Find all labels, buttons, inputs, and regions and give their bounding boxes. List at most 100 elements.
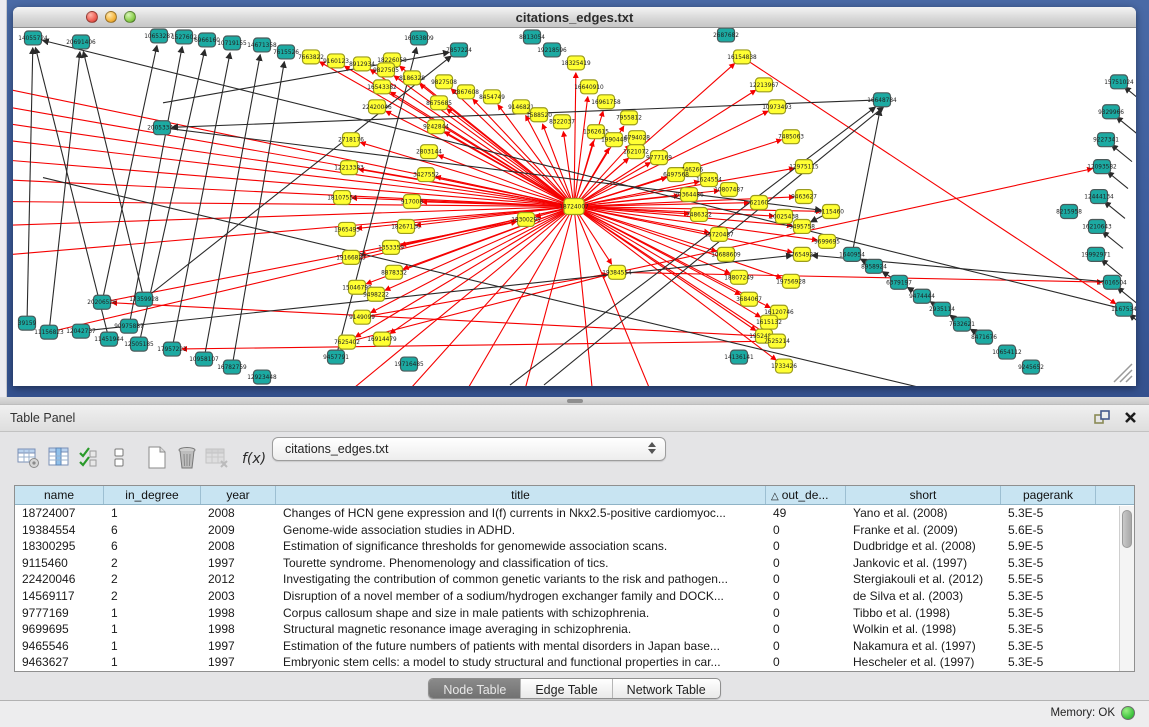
graph-node[interactable]: 1733426: [771, 359, 797, 373]
graph-node[interactable]: 10807487: [714, 183, 744, 197]
graph-node[interactable]: 12923448: [247, 370, 277, 384]
close-panel-icon[interactable]: [1124, 411, 1137, 424]
graph-node[interactable]: 16053809: [404, 31, 434, 45]
table-row[interactable]: 1938455462009Genome-wide association stu…: [15, 522, 1134, 539]
graph-node[interactable]: 8215958: [1056, 205, 1082, 219]
graph-node[interactable]: 12042737: [66, 324, 96, 338]
graph-node[interactable]: 18325419: [561, 56, 591, 70]
graph-node[interactable]: 39159: [18, 316, 37, 330]
show-columns-icon[interactable]: [44, 443, 74, 473]
float-panel-icon[interactable]: [1094, 410, 1110, 424]
graph-node[interactable]: 19166823: [336, 250, 366, 264]
network-canvas[interactable]: 1872400718300295193845547663822916012389…: [13, 28, 1136, 386]
table-row[interactable]: 1456911722003Disruption of a novel membe…: [15, 588, 1134, 605]
column-header-in-degree[interactable]: in_degree: [104, 486, 201, 504]
graph-node[interactable]: 1167534: [1111, 302, 1136, 316]
window-resize-grip[interactable]: [1108, 358, 1134, 384]
graph-node[interactable]: 1353359: [378, 240, 404, 254]
graph-node[interactable]: 10958107: [189, 352, 219, 366]
graph-node[interactable]: 2803144: [416, 145, 442, 159]
graph-node[interactable]: 7615526: [273, 45, 299, 59]
table-row[interactable]: 977716911998Corpus callosum shape and si…: [15, 605, 1134, 622]
graph-node[interactable]: 11451944: [94, 332, 124, 346]
graph-node[interactable]: 16914479: [367, 332, 397, 346]
graph-node[interactable]: 7485063: [778, 130, 804, 144]
graph-node[interactable]: 16210643: [1082, 219, 1112, 233]
column-header-name[interactable]: name: [15, 486, 104, 504]
graph-node[interactable]: 8322037: [549, 115, 575, 129]
graph-node[interactable]: 19716485: [394, 357, 424, 371]
graph-node[interactable]: 9245652: [1018, 360, 1044, 374]
graph-node[interactable]: 917008: [401, 195, 423, 209]
create-table-icon[interactable]: [142, 443, 172, 473]
panel-splitter[interactable]: [0, 397, 1149, 405]
graph-node[interactable]: 9227341: [1093, 133, 1119, 147]
graph-node[interactable]: 19384554: [602, 265, 632, 279]
graph-node[interactable]: 19992971: [1081, 247, 1111, 261]
graph-node[interactable]: 9457791: [323, 350, 349, 364]
table-row[interactable]: 2242004622012Investigating the contribut…: [15, 571, 1134, 588]
graph-node[interactable]: 7955812: [616, 111, 642, 125]
splitter-handle[interactable]: [567, 399, 583, 403]
table-row[interactable]: 946362711997Embryonic stem cells: a mode…: [15, 654, 1134, 671]
graph-node[interactable]: 10653287: [144, 29, 174, 43]
graph-node[interactable]: 12444134: [1084, 190, 1114, 204]
graph-node[interactable]: 18107554: [327, 191, 357, 205]
graph-node[interactable]: 16640910: [574, 80, 604, 94]
graph-node[interactable]: 20206526: [87, 295, 117, 309]
delete-table-icon[interactable]: [172, 443, 202, 473]
graph-node[interactable]: 8675685: [426, 96, 452, 110]
graph-node[interactable]: 19218596: [537, 43, 567, 57]
graph-node[interactable]: 17016504: [1097, 275, 1127, 289]
graph-node[interactable]: 62160: [750, 196, 769, 210]
table-row[interactable]: 969969511998Structural magnetic resonanc…: [15, 621, 1134, 638]
graph-node[interactable]: 14055724: [18, 31, 48, 45]
column-header-short[interactable]: short: [846, 486, 1001, 504]
window-titlebar[interactable]: citations_edges.txt: [13, 7, 1136, 28]
minimize-window-icon[interactable]: [105, 11, 117, 23]
table-row[interactable]: 1830029562008Estimation of significance …: [15, 538, 1134, 555]
table-row[interactable]: 946554611997Estimation of the future num…: [15, 638, 1134, 655]
close-window-icon[interactable]: [86, 11, 98, 23]
graph-node[interactable]: 90975887: [114, 319, 144, 333]
memory-ok-icon[interactable]: [1121, 706, 1135, 720]
graph-node[interactable]: 8813054: [519, 30, 545, 44]
function-builder-icon[interactable]: f(x): [240, 443, 270, 473]
graph-node[interactable]: 9463627: [791, 190, 817, 204]
table-scrollbar-thumb[interactable]: [1122, 510, 1132, 548]
table-options-icon[interactable]: [14, 443, 44, 473]
tab-node-table[interactable]: Node Table: [429, 679, 521, 699]
zoom-window-icon[interactable]: [124, 11, 136, 23]
graph-node[interactable]: 16782759: [217, 360, 247, 374]
select-all-icon[interactable]: [74, 443, 104, 473]
graph-node[interactable]: 10688609: [711, 247, 741, 261]
expand-rows-icon[interactable]: [104, 443, 134, 473]
graph-node[interactable]: 12505185: [124, 337, 154, 351]
graph-node[interactable]: 10719155: [217, 36, 247, 50]
graph-node[interactable]: 2867608: [453, 85, 479, 99]
graph-node[interactable]: 14136141: [724, 350, 754, 364]
graph-node[interactable]: 11156823: [34, 325, 64, 339]
delete-column-icon[interactable]: [202, 443, 232, 473]
column-header-title[interactable]: title: [276, 486, 766, 504]
column-header-year[interactable]: year: [201, 486, 276, 504]
graph-node[interactable]: 15751024: [1104, 75, 1134, 89]
graph-node[interactable]: 2687682: [713, 28, 739, 42]
graph-node[interactable]: 16648784: [867, 93, 897, 107]
graph-node[interactable]: 17957223: [157, 342, 187, 356]
graph-node[interactable]: 12975115: [789, 160, 819, 174]
table-scrollbar[interactable]: [1119, 506, 1134, 671]
graph-node[interactable]: 7857224: [446, 43, 472, 57]
graph-node[interactable]: 20364486: [674, 188, 704, 202]
column-header-out-degree[interactable]: △out_de...: [766, 486, 846, 504]
table-row[interactable]: 1872400712008Changes of HCN gene express…: [15, 505, 1134, 522]
tab-edge-table[interactable]: Edge Table: [521, 679, 612, 699]
graph-node[interactable]: 16154838: [727, 50, 757, 64]
table-row[interactable]: 911546021997Tourette syndrome. Phenomeno…: [15, 555, 1134, 572]
graph-node[interactable]: 12213967: [749, 78, 779, 92]
column-header-pagerank[interactable]: pagerank: [1001, 486, 1096, 504]
graph-node[interactable]: 17654923: [787, 247, 817, 261]
table-selector-dropdown[interactable]: citations_edges.txt: [272, 437, 666, 461]
tab-network-table[interactable]: Network Table: [613, 679, 720, 699]
graph-node[interactable]: 10654112: [992, 345, 1022, 359]
